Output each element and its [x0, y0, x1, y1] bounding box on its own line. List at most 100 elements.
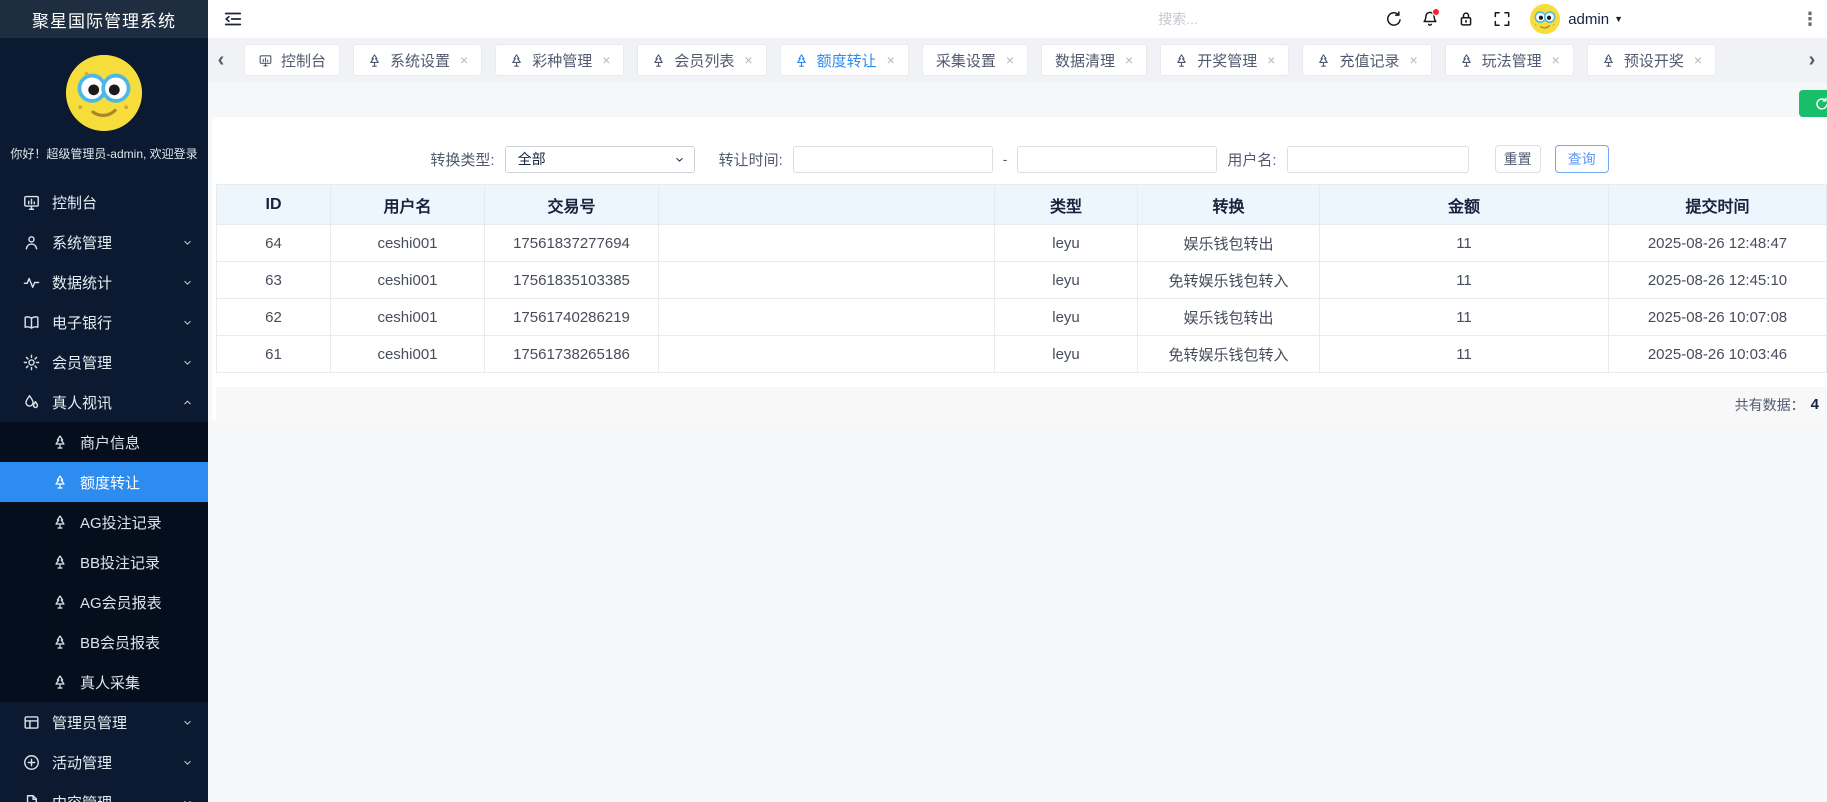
user-menu[interactable]: admin [1568, 11, 1609, 28]
tree-icon [651, 53, 666, 68]
close-icon[interactable]: × [1694, 52, 1702, 68]
quota-transfer-panel: 转换类型: 全部 转让时间: - 用户名: 重置 查询 ID 用户名 交易号 类… [212, 117, 1827, 422]
tree-icon [1459, 53, 1474, 68]
tabs-list: 控制台 系统设置 × 彩种管理 × 会员列表 × 额度转让 × 采集设置 × 数… [244, 44, 1717, 76]
chevron-down-icon [181, 316, 194, 329]
refresh-button[interactable] [1382, 7, 1406, 31]
tab-draw-management[interactable]: 开奖管理 × [1160, 44, 1290, 76]
more-options-button[interactable]: ⋮ [1801, 10, 1819, 28]
dashboard-icon [22, 193, 41, 212]
tabs-scroll-left-button[interactable]: ‹ [208, 49, 234, 72]
tabs-scroll-right-button[interactable]: › [1799, 49, 1825, 72]
tab-recharge-records[interactable]: 充值记录 × [1302, 44, 1432, 76]
notifications-button[interactable] [1418, 7, 1442, 31]
lock-screen-button[interactable] [1454, 7, 1478, 31]
refresh-panel-button[interactable] [1799, 90, 1827, 117]
chevron-down-icon [181, 756, 194, 769]
filter-bar: 转换类型: 全部 转让时间: - 用户名: 重置 查询 [212, 145, 1827, 173]
sidebar-item-ebank[interactable]: 电子银行 [0, 302, 208, 342]
username-input[interactable] [1286, 145, 1469, 173]
lock-icon [1456, 9, 1476, 29]
transfer-time-end-input[interactable] [1017, 145, 1218, 173]
close-icon[interactable]: × [1006, 52, 1014, 68]
tree-icon [1316, 53, 1331, 68]
close-icon[interactable]: × [744, 52, 752, 68]
tab-member-list[interactable]: 会员列表 × [637, 44, 767, 76]
sidebar-subitem-label: 真人采集 [80, 674, 141, 692]
close-icon[interactable]: × [887, 52, 895, 68]
tree-icon [794, 53, 809, 68]
sidebar-subitem-label: AG投注记录 [80, 514, 162, 532]
menu-fold-button[interactable] [220, 6, 246, 32]
sidebar-item-label: 控制台 [52, 194, 98, 212]
col-header-username: 用户名 [330, 184, 485, 225]
sidebar-item-dashboard[interactable]: 控制台 [0, 182, 208, 222]
table-cell: 17561837277694 [484, 224, 659, 262]
sidebar-item-live-video[interactable]: 真人视讯 [0, 382, 208, 422]
sidebar-subitem-ag-member-report[interactable]: AG会员报表 [0, 582, 208, 622]
tab-label: 额度转让 [816, 52, 877, 70]
reset-button[interactable]: 重置 [1494, 145, 1541, 173]
user-avatar-small[interactable] [1530, 4, 1561, 34]
chevron-down-icon [181, 796, 194, 802]
sidebar-subitem-live-collect[interactable]: 真人采集 [0, 662, 208, 702]
tab-label: 预设开奖 [1623, 52, 1684, 70]
table-row: 64 ceshi001 17561837277694 leyu 娱乐钱包转出 1… [216, 224, 1827, 262]
tab-label: 开奖管理 [1197, 52, 1258, 70]
total-data-count: 4 [1810, 396, 1819, 413]
sidebar-item-label: 真人视讯 [52, 394, 113, 412]
tab-collect-settings[interactable]: 采集设置 × [921, 44, 1029, 76]
table-cell: ceshi001 [330, 261, 485, 299]
sidebar-subitem-bb-bet-records[interactable]: BB投注记录 [0, 542, 208, 582]
query-button[interactable]: 查询 [1554, 145, 1609, 173]
sidebar-item-data-statistics[interactable]: 数据统计 [0, 262, 208, 302]
col-header-submit-time: 提交时间 [1608, 184, 1827, 225]
open-tabs-bar: ‹ 控制台 系统设置 × 彩种管理 × 会员列表 × 额度转让 × 采集设置 × [208, 38, 1827, 82]
tab-label: 采集设置 [935, 52, 996, 70]
transfer-type-select[interactable]: 全部 [504, 145, 695, 173]
table-cell: 11 [1319, 261, 1609, 299]
close-icon[interactable]: × [1125, 52, 1133, 68]
table-row: 63 ceshi001 17561835103385 leyu 免转娱乐钱包转入… [216, 261, 1827, 299]
tab-system-settings[interactable]: 系统设置 × [353, 44, 483, 76]
tree-icon [52, 434, 68, 450]
fullscreen-button[interactable] [1490, 7, 1514, 31]
tab-preset-draw[interactable]: 预设开奖 × [1586, 44, 1717, 76]
sidebar-item-label: 电子银行 [52, 314, 113, 332]
tab-lottery-management[interactable]: 彩种管理 × [495, 44, 625, 76]
drops-icon [22, 393, 41, 412]
caret-down-icon: ▼ [1614, 14, 1623, 24]
close-icon[interactable]: × [602, 52, 610, 68]
chevron-down-icon [673, 153, 686, 166]
transfer-time-start-input[interactable] [792, 145, 993, 173]
table-cell [658, 261, 995, 299]
close-icon[interactable]: × [460, 52, 468, 68]
sidebar-subitem-label: 商户信息 [80, 434, 141, 452]
search-input[interactable] [1158, 11, 1329, 27]
col-header-empty [658, 184, 995, 225]
sidebar-item-member-management[interactable]: 会员管理 [0, 342, 208, 382]
table-cell [658, 224, 995, 262]
sidebar-item-content-management[interactable]: 内容管理 [0, 782, 208, 802]
close-icon[interactable]: × [1409, 52, 1417, 68]
tab-play-management[interactable]: 玩法管理 × [1444, 44, 1574, 76]
username-label: 用户名: [1227, 151, 1277, 169]
tab-quota-transfer[interactable]: 额度转让 × [779, 44, 909, 76]
tab-label: 玩法管理 [1481, 52, 1542, 70]
sidebar-submenu-live-video: 商户信息 额度转让 AG投注记录 BB投注记录 AG会员报表 BB会员报表 真人… [0, 422, 208, 702]
tab-data-cleanup[interactable]: 数据清理 × [1041, 44, 1148, 76]
sidebar-subitem-quota-transfer[interactable]: 额度转让 [0, 462, 208, 502]
sidebar-item-admin-management[interactable]: 管理员管理 [0, 702, 208, 742]
tab-dashboard[interactable]: 控制台 [244, 44, 341, 76]
close-icon[interactable]: × [1552, 52, 1560, 68]
col-header-amount: 金额 [1319, 184, 1609, 225]
sidebar-subitem-ag-bet-records[interactable]: AG投注记录 [0, 502, 208, 542]
sidebar-item-activity-management[interactable]: 活动管理 [0, 742, 208, 782]
table-cell: 17561740286219 [484, 298, 659, 336]
close-icon[interactable]: × [1267, 52, 1275, 68]
sidebar-subitem-bb-member-report[interactable]: BB会员报表 [0, 622, 208, 662]
sidebar-subitem-merchant-info[interactable]: 商户信息 [0, 422, 208, 462]
tab-label: 控制台 [281, 52, 327, 70]
table-cell: 64 [216, 224, 331, 262]
sidebar-item-system-management[interactable]: 系统管理 [0, 222, 208, 262]
